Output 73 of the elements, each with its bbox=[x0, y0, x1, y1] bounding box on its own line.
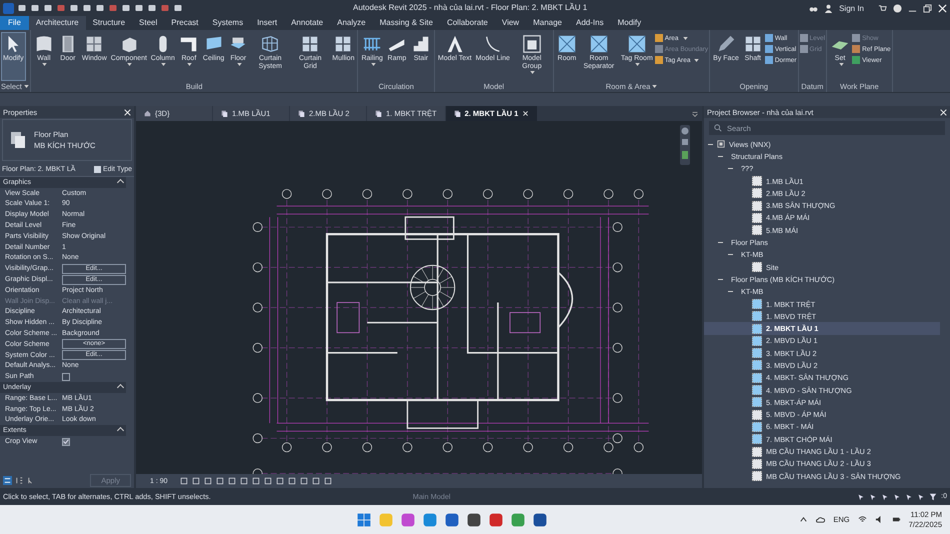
sort-ascending-icon[interactable] bbox=[15, 476, 24, 484]
ribbon-tab[interactable]: Add-Ins bbox=[569, 16, 611, 30]
filter-icon[interactable] bbox=[929, 492, 938, 500]
close-icon[interactable] bbox=[938, 4, 947, 12]
mullion-icon bbox=[333, 34, 354, 54]
ribbon-tab[interactable]: Architecture bbox=[28, 16, 86, 30]
navigation-bar-icon[interactable] bbox=[680, 125, 690, 165]
ribbon-tab[interactable]: Massing & Site bbox=[372, 16, 440, 30]
caret-icon bbox=[42, 63, 48, 66]
search-icon bbox=[714, 124, 722, 132]
app-icon[interactable] bbox=[444, 512, 460, 528]
caret-icon bbox=[635, 63, 640, 66]
app-icon[interactable] bbox=[400, 512, 416, 528]
sign-in-link[interactable]: Sign In bbox=[839, 4, 864, 12]
grid-icon bbox=[742, 34, 763, 54]
house-icon bbox=[144, 110, 151, 117]
caret-icon bbox=[24, 85, 29, 88]
room-icon bbox=[588, 34, 609, 54]
close-icon[interactable] bbox=[522, 110, 530, 117]
tabs-menu-icon[interactable] bbox=[691, 110, 699, 118]
caret-icon bbox=[236, 63, 242, 66]
ribbon-tab[interactable]: Manage bbox=[526, 16, 569, 30]
caret-icon bbox=[838, 63, 844, 66]
ribbon-tab[interactable]: Precast bbox=[164, 16, 206, 30]
caret-icon bbox=[127, 63, 132, 66]
plan-view-icon bbox=[454, 110, 461, 117]
plan-view-icon bbox=[375, 110, 382, 117]
plan-view-icon bbox=[298, 110, 305, 117]
caret-icon bbox=[694, 58, 700, 62]
battery-icon[interactable] bbox=[892, 515, 901, 524]
cloud-icon[interactable] bbox=[816, 515, 826, 524]
restore-icon[interactable] bbox=[923, 4, 932, 12]
windows-logo-icon[interactable] bbox=[356, 512, 372, 528]
ribbon-tab[interactable]: Modify bbox=[610, 16, 648, 30]
ribbon-tab[interactable]: Insert bbox=[250, 16, 284, 30]
ribbon-tab[interactable]: Annotate bbox=[284, 16, 330, 30]
pencil-icon bbox=[716, 34, 736, 54]
caret-icon bbox=[652, 85, 658, 88]
wall-icon bbox=[34, 34, 54, 54]
caret-icon bbox=[161, 63, 166, 66]
ribbon-tab[interactable]: Structure bbox=[86, 16, 132, 30]
ribbon-tab[interactable]: Analyze bbox=[330, 16, 373, 30]
ribbon-tab[interactable]: Systems bbox=[205, 16, 250, 30]
curtain-icon bbox=[260, 34, 280, 54]
caret-icon bbox=[187, 63, 192, 66]
views-icon bbox=[717, 140, 725, 148]
ribbon-tab[interactable]: View bbox=[494, 16, 526, 30]
window-icon bbox=[84, 34, 104, 54]
grid-icon bbox=[300, 34, 320, 54]
group-icon bbox=[522, 34, 542, 54]
close-icon[interactable] bbox=[940, 108, 947, 116]
cart-icon[interactable] bbox=[878, 4, 887, 12]
stairs-icon bbox=[410, 34, 431, 54]
ribbon-tab[interactable]: Collaborate bbox=[440, 16, 495, 30]
checkbox[interactable] bbox=[62, 438, 70, 446]
checkbox[interactable] bbox=[62, 372, 70, 381]
app-icon[interactable] bbox=[466, 512, 482, 528]
sort-icon[interactable] bbox=[3, 476, 12, 484]
caret-icon bbox=[530, 71, 536, 74]
plan-view-icon bbox=[221, 110, 228, 117]
app-icon[interactable] bbox=[488, 512, 504, 528]
wifi-icon[interactable] bbox=[858, 515, 867, 524]
ribbon-tab[interactable]: File bbox=[0, 16, 29, 30]
app-icon[interactable] bbox=[532, 512, 548, 528]
floor-plan-icon bbox=[8, 130, 28, 150]
window-title: Autodesk Revit 2025 - nhà của lai.rvt - Floor Plan: 2. MBKT LẦU 1 bbox=[353, 3, 588, 12]
caret-icon bbox=[682, 36, 688, 40]
chevron-up-icon[interactable] bbox=[799, 515, 808, 524]
close-icon[interactable] bbox=[124, 108, 131, 116]
caret-icon bbox=[370, 63, 376, 66]
ribbon-tab[interactable]: Steel bbox=[132, 16, 164, 30]
room-icon bbox=[556, 34, 577, 54]
user-icon bbox=[824, 4, 834, 12]
